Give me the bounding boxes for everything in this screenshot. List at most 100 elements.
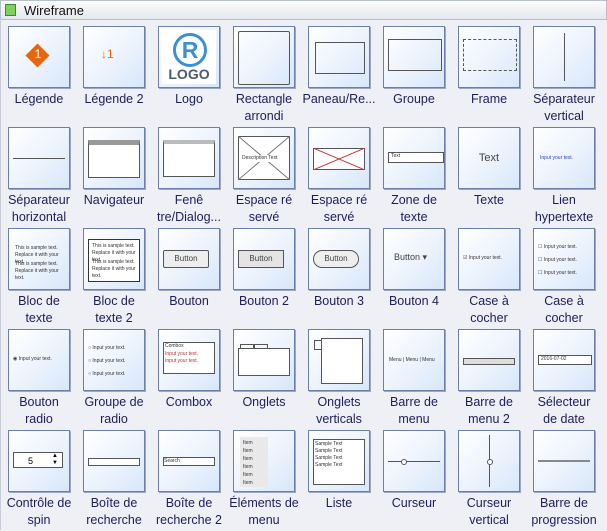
bloc-de-texte-2-icon: This is sample text. Replace it with you…: [83, 228, 145, 290]
shape-bloc-de-texte[interactable]: This is sample text. Replace it with you…: [8, 228, 83, 329]
shape-label: Logo: [175, 92, 203, 106]
shape-preview-part: [238, 348, 290, 376]
shape-preview-part: Input your text.: [468, 255, 502, 261]
boite-de-recherche-2-icon: Search: [158, 430, 220, 492]
shape-frame[interactable]: Frame: [458, 26, 533, 127]
shape-label: Lien hypertexte: [534, 193, 594, 224]
shape-curseur-vertical[interactable]: Curseur vertical: [458, 430, 533, 531]
shape-label: Bouton 3: [313, 294, 365, 308]
bouton-icon: Button: [158, 228, 220, 290]
espace-reserve-2-icon: [308, 127, 370, 189]
shape-label: Éléments de menu: [229, 496, 299, 527]
shape-label: Case à cocher: [469, 294, 509, 325]
shape-onglets[interactable]: Onglets: [233, 329, 308, 430]
shape-elements-de-menu[interactable]: Item Item Item Item Item Item Éléments de menu: [229, 430, 308, 531]
shape-case-a-cocher[interactable]: ☑ Input your text. Case à cocher: [458, 228, 533, 329]
shape-legende[interactable]: 1 Légende: [8, 26, 83, 127]
shape-espace-reserve-2[interactable]: Espace ré servé: [308, 127, 383, 228]
shape-preview-part: Input your text.: [92, 358, 126, 364]
shape-label: Bouton: [169, 294, 209, 308]
shape-preview-part: Input your text.: [165, 358, 199, 364]
shape-separateur-horizontal[interactable]: Séparateur horizontal: [8, 127, 83, 228]
shape-preview-part: Button: [313, 250, 359, 268]
espace-reserve-icon: Description Text: [233, 127, 295, 189]
shape-selecteur-de-date[interactable]: 2016-07-02 Sélecteur de date: [533, 329, 607, 430]
shape-preview-part: Button: [163, 250, 209, 268]
shape-preview-part: Button: [394, 252, 421, 262]
shape-preview-part: [487, 459, 493, 465]
shape-preview-part: Input your text.: [543, 257, 577, 263]
shape-preview-part: [240, 344, 254, 349]
shape-boite-de-recherche[interactable]: Boîte de recherche: [83, 430, 158, 531]
shape-preview-part: Menu | Menu | Menu: [389, 357, 435, 363]
shape-separateur-vertical[interactable]: Séparateur vertical: [533, 26, 607, 127]
legende-2-icon: ↓1: [83, 26, 145, 88]
shape-groupe[interactable]: Groupe: [383, 26, 458, 127]
shape-liste[interactable]: Sample Text Sample Text Sample Text Sample …: [308, 430, 383, 531]
shape-bloc-de-texte-2[interactable]: This is sample text. Replace it with you…: [83, 228, 158, 329]
shape-legende-2[interactable]: ↓1 Légende 2: [83, 26, 158, 127]
shape-preview-part: [388, 39, 442, 71]
shape-groupe-de-radio[interactable]: ○ Input your text. ○ Input your text. ○ In…: [83, 329, 158, 430]
shape-barre-de-menu-2[interactable]: Barre de menu 2: [458, 329, 533, 430]
shape-bouton-radio[interactable]: ◉ Input your text. Bouton radio: [8, 329, 83, 430]
shape-preview-part: Input your text.: [18, 356, 52, 362]
bouton-3-icon: Button: [308, 228, 370, 290]
case-a-cocher-icon: ☑ Input your text.: [458, 228, 520, 290]
shape-label: Bloc de texte: [18, 294, 60, 325]
logo-icon: R LOGO: [158, 26, 220, 88]
shape-barre-de-menu[interactable]: Menu | Menu | Menu Barre de menu: [383, 329, 458, 430]
combox-icon: Combox Input your text. Input your text.: [158, 329, 220, 391]
shape-curseur[interactable]: Curseur: [383, 430, 458, 531]
shape-controle-de-spin[interactable]: 5 ▲ ▼ Contrôle de spin: [7, 430, 83, 531]
navigateur-icon: [83, 127, 145, 189]
shape-preview-part: [315, 42, 365, 74]
curseur-icon: [383, 430, 445, 492]
shape-panneau[interactable]: Paneau/Re...: [303, 26, 383, 127]
library-title: Wireframe: [24, 3, 84, 18]
shape-lien-hypertexte[interactable]: Input your text. Lien hypertexte: [533, 127, 607, 228]
library-header[interactable]: Wireframe: [0, 0, 607, 20]
barre-de-menu-icon: Menu | Menu | Menu: [383, 329, 445, 391]
shape-label: Texte: [474, 193, 504, 207]
boite-de-recherche-icon: [83, 430, 145, 492]
shape-texte[interactable]: Text Texte: [458, 127, 533, 228]
shape-preview-part: This is sample text. Replace it with you…: [92, 259, 136, 279]
shape-label: Combox: [165, 395, 213, 409]
shape-bouton-2[interactable]: Button Bouton 2: [233, 228, 308, 329]
shape-case-a-cocher-2[interactable]: ☐ Input your text. ☐ Input your text. ☐ In…: [533, 228, 607, 329]
legende-icon: 1: [8, 26, 70, 88]
shape-logo[interactable]: R LOGO Logo: [158, 26, 233, 127]
shape-preview-part: [388, 461, 440, 462]
shape-preview-part: [88, 458, 140, 466]
shape-bouton[interactable]: Button Bouton: [158, 228, 233, 329]
shape-bouton-4[interactable]: Button ▾ Bouton 4: [383, 228, 458, 329]
shape-onglets-verticals[interactable]: Onglets verticals: [308, 329, 383, 430]
shape-combox[interactable]: Combox Input your text. Input your text. Co…: [158, 329, 233, 430]
shape-label: Frame: [470, 92, 508, 106]
shape-boite-de-recherche-2[interactable]: Search Boîte de recherche 2: [156, 430, 233, 531]
shape-preview-part: [238, 31, 290, 85]
shape-panel: 1 Légende ↓1 Légende 2 R LOGO Logo Rectangle ar…: [0, 19, 606, 530]
onglets-icon: [233, 329, 295, 391]
shape-espace-reserve[interactable]: Description Text Espace ré servé: [233, 127, 308, 228]
shape-preview-part: R: [173, 33, 207, 67]
shape-label: Paneau/Re...: [302, 92, 376, 106]
shape-fenetre[interactable]: Fenê tre/Dialog...: [157, 127, 233, 228]
case-a-cocher-2-icon: ☐ Input your text. ☐ Input your text. ☐ In…: [533, 228, 595, 290]
fenetre-icon: [158, 127, 220, 189]
shape-label: Fenê tre/Dialog...: [157, 193, 221, 224]
curseur-vertical-icon: [458, 430, 520, 492]
panneau-icon: [308, 26, 370, 88]
shape-preview-part: Button: [238, 250, 284, 268]
groupe-icon: [383, 26, 445, 88]
shape-preview-part: Search: [163, 457, 215, 466]
shape-navigateur[interactable]: Navigateur: [83, 127, 158, 228]
shape-preview-part: Sample Text Sample Text Sample Text Sample …: [315, 441, 343, 468]
shape-zone-de-texte[interactable]: Text Zone de texte: [383, 127, 458, 228]
shape-preview-part: [13, 158, 65, 159]
shape-bouton-3[interactable]: Button Bouton 3: [308, 228, 383, 329]
shape-rectangle-arrondi[interactable]: Rectangle arrondi: [233, 26, 308, 127]
shape-preview-part: ↓1: [101, 47, 114, 61]
shape-barre-de-progression[interactable]: Barre de progression: [531, 430, 607, 531]
